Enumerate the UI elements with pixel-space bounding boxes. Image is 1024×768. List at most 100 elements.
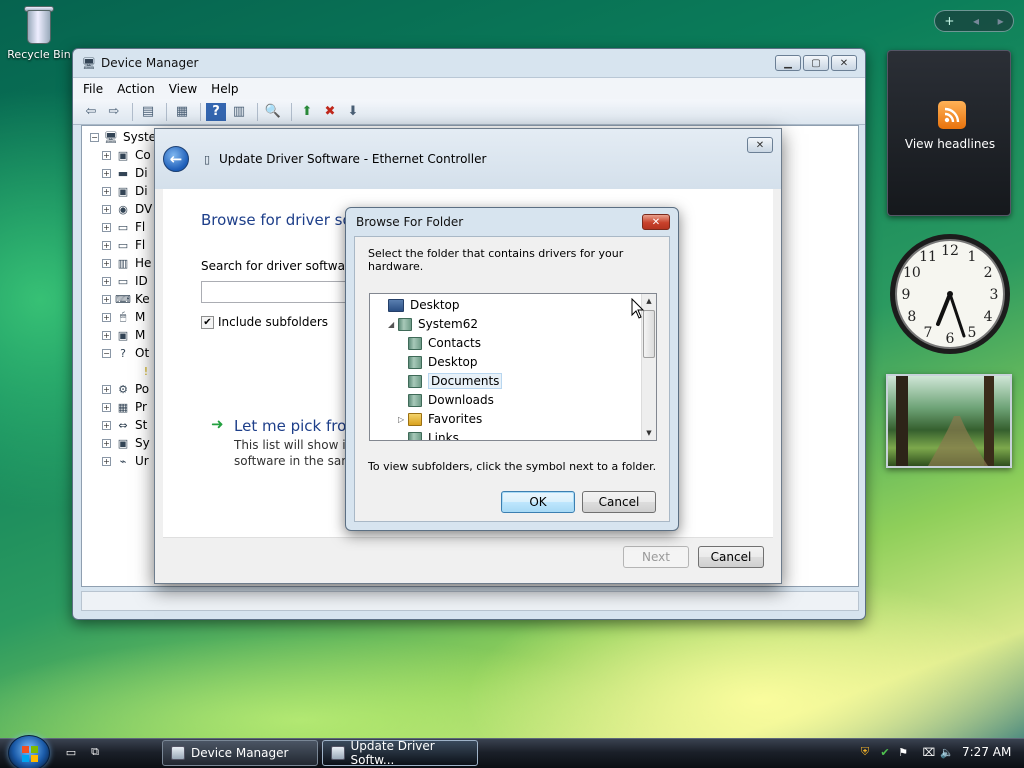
expand-icon[interactable]: + bbox=[102, 150, 111, 160]
minimize-button[interactable]: ▁ bbox=[775, 55, 801, 71]
tree-row[interactable]: + ▥ He bbox=[102, 254, 151, 272]
tree-row-label: Di bbox=[135, 166, 148, 180]
scan-hardware-icon[interactable]: 🔍 bbox=[263, 103, 283, 121]
next-button[interactable]: Next bbox=[623, 546, 689, 568]
expand-icon[interactable]: + bbox=[102, 240, 111, 250]
tree-row[interactable]: + ▦ Pr bbox=[102, 398, 147, 416]
tree-row[interactable]: + ▬ Di bbox=[102, 164, 148, 182]
update-driver-icon[interactable]: ⬆ bbox=[297, 103, 317, 121]
folder-tree-item[interactable]: ◢ System62 bbox=[388, 315, 478, 333]
expander-icon[interactable]: ▷ bbox=[398, 415, 408, 424]
forward-arrow-icon[interactable]: ⇨ bbox=[104, 103, 124, 121]
expand-icon[interactable]: + bbox=[102, 384, 111, 394]
folder-tree-item[interactable]: Desktop bbox=[398, 353, 478, 371]
expander-icon[interactable]: ◢ bbox=[388, 320, 398, 329]
folder-tree-item[interactable]: Links bbox=[398, 429, 459, 440]
switch-windows-icon[interactable]: ⧉ bbox=[88, 745, 102, 759]
view-icon[interactable]: ▥ bbox=[229, 103, 249, 121]
expand-icon[interactable]: + bbox=[102, 258, 111, 268]
folder-tree-item[interactable]: Downloads bbox=[398, 391, 494, 409]
browse-folder-close-button[interactable]: ✕ bbox=[642, 214, 670, 230]
taskbar-item-update-driver[interactable]: Update Driver Softw... bbox=[322, 739, 478, 767]
network-icon[interactable]: ⌧ bbox=[922, 745, 936, 759]
expand-icon[interactable]: + bbox=[102, 420, 111, 430]
folder-tree-item[interactable]: Desktop bbox=[378, 296, 460, 314]
uninstall-icon[interactable]: ✖ bbox=[320, 103, 340, 121]
tree-row[interactable]: + 🖱 M bbox=[102, 308, 145, 326]
clock-gadget[interactable]: 12 1 2 3 4 5 6 7 8 9 10 11 bbox=[888, 232, 1012, 356]
expand-icon[interactable]: + bbox=[102, 168, 111, 178]
folder-tree-item[interactable]: Documents bbox=[398, 372, 503, 390]
pick-from-list-link[interactable]: Let me pick from bbox=[234, 417, 361, 435]
collapse-icon[interactable]: − bbox=[102, 348, 111, 358]
security-shield-icon[interactable]: ⛨ bbox=[858, 745, 872, 759]
tree-row[interactable]: + ◉ DV bbox=[102, 200, 152, 218]
device-category-icon: ⇔ bbox=[118, 418, 128, 432]
slideshow-gadget[interactable] bbox=[886, 374, 1012, 468]
taskbar-clock[interactable]: 7:27 AM bbox=[962, 745, 1011, 759]
next-page-icon[interactable]: ▸ bbox=[998, 14, 1004, 28]
menu-file[interactable]: File bbox=[83, 82, 103, 96]
tree-row[interactable]: + ▭ Fl bbox=[102, 218, 145, 236]
expand-icon[interactable]: + bbox=[102, 438, 111, 448]
folder-tree[interactable]: Desktop ◢ System62 Contacts Desktop Documents… bbox=[369, 293, 657, 441]
scroll-down-icon[interactable]: ▼ bbox=[642, 426, 656, 440]
show-hide-tree-icon[interactable]: ▤ bbox=[138, 103, 158, 121]
previous-page-icon[interactable]: ◂ bbox=[973, 14, 979, 28]
start-button[interactable] bbox=[8, 735, 50, 768]
close-button[interactable]: ✕ bbox=[831, 55, 857, 71]
tree-row[interactable]: + ▣ M bbox=[102, 326, 145, 344]
feed-headlines-gadget[interactable]: View headlines bbox=[887, 50, 1011, 216]
cancel-button[interactable]: Cancel bbox=[698, 546, 764, 568]
expand-icon[interactable]: + bbox=[102, 312, 111, 322]
tree-row[interactable]: −? Ot bbox=[102, 344, 149, 362]
taskbar-item-device-manager[interactable]: Device Manager bbox=[162, 740, 318, 766]
expand-icon[interactable]: + bbox=[102, 456, 111, 466]
safe-remove-icon[interactable]: ✔ bbox=[878, 745, 892, 759]
search-location-input[interactable] bbox=[201, 281, 361, 303]
folder-tree-item[interactable]: ▷ Favorites bbox=[398, 410, 482, 428]
expand-icon[interactable]: + bbox=[102, 294, 111, 304]
update-driver-header[interactable]: ← ▯ Update Driver Software - Ethernet Co… bbox=[155, 129, 781, 189]
update-driver-close-button[interactable]: ✕ bbox=[747, 137, 773, 153]
menu-help[interactable]: Help bbox=[211, 82, 238, 96]
ok-button[interactable]: OK bbox=[501, 491, 575, 513]
browse-cancel-button[interactable]: Cancel bbox=[582, 491, 656, 513]
help-icon[interactable]: ? bbox=[206, 102, 226, 121]
tree-row[interactable]: + ⌁ Ur bbox=[102, 452, 149, 470]
include-subfolders-checkbox[interactable]: ✔ bbox=[201, 315, 214, 329]
tree-row-label: Ke bbox=[135, 292, 150, 306]
add-gadget-icon[interactable]: + bbox=[944, 14, 954, 28]
tree-row[interactable]: + ⌨ Ke bbox=[102, 290, 150, 308]
device-category-icon: ▭ bbox=[117, 238, 129, 252]
recycle-bin-desktop-icon[interactable]: Recycle Bin bbox=[4, 2, 74, 61]
tree-row[interactable]: + ▭ Fl bbox=[102, 236, 145, 254]
expand-icon[interactable]: + bbox=[102, 402, 111, 412]
tree-row[interactable]: + ▣ Di bbox=[102, 182, 148, 200]
device-manager-titlebar[interactable]: 🖥 Device Manager ▁ ▢ ✕ bbox=[73, 49, 865, 77]
show-desktop-icon[interactable]: ▭ bbox=[64, 745, 78, 759]
expand-icon[interactable]: + bbox=[102, 330, 111, 340]
menu-view[interactable]: View bbox=[169, 82, 197, 96]
browse-folder-titlebar[interactable]: Browse For Folder ✕ bbox=[346, 208, 678, 236]
expand-icon[interactable]: + bbox=[102, 186, 111, 196]
disable-device-icon[interactable]: ⬇ bbox=[343, 103, 363, 121]
expand-icon[interactable]: + bbox=[102, 204, 111, 214]
windows-flag-icon[interactable]: ⚑ bbox=[896, 745, 910, 759]
folder-tree-item[interactable]: Contacts bbox=[398, 334, 481, 352]
tree-row[interactable]: + ⚙ Po bbox=[102, 380, 149, 398]
tree-row[interactable]: + ▣ Sy bbox=[102, 434, 150, 452]
menu-action[interactable]: Action bbox=[117, 82, 155, 96]
expand-icon[interactable]: + bbox=[102, 276, 111, 286]
tree-row[interactable]: + ▭ ID bbox=[102, 272, 148, 290]
collapse-icon[interactable]: − bbox=[90, 132, 99, 142]
maximize-button[interactable]: ▢ bbox=[803, 55, 829, 71]
back-button[interactable]: ← bbox=[163, 146, 189, 172]
expand-icon[interactable]: + bbox=[102, 222, 111, 232]
volume-muted-icon[interactable]: 🔈 bbox=[940, 745, 954, 759]
properties-icon[interactable]: ▦ bbox=[172, 103, 192, 121]
back-arrow-icon[interactable]: ⇦ bbox=[81, 103, 101, 121]
tree-row[interactable]: + ▣ Co bbox=[102, 146, 151, 164]
include-subfolders-row[interactable]: ✔ Include subfolders bbox=[201, 315, 328, 329]
tree-row[interactable]: + ⇔ St bbox=[102, 416, 147, 434]
